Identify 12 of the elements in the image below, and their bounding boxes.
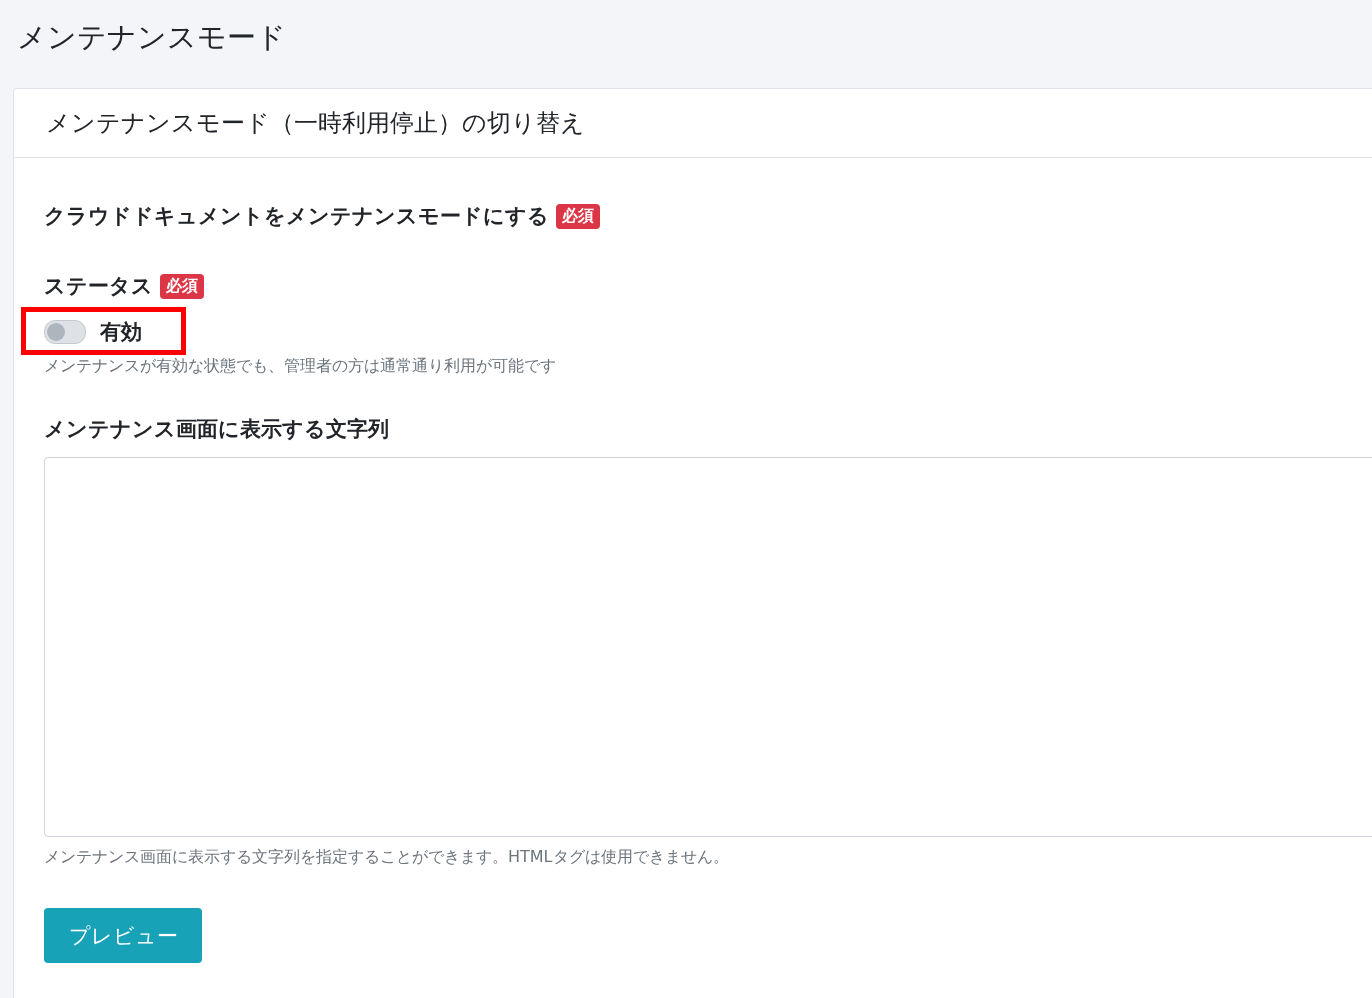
required-badge: 必須 <box>160 273 204 299</box>
field-label: メンテナンス画面に表示する文字列 <box>44 416 389 443</box>
field-label: ステータス <box>44 273 153 300</box>
card-title: メンテナンスモード（一時利用停止）の切り替え <box>46 108 585 139</box>
preview-button[interactable]: プレビュー <box>44 908 202 963</box>
section-title: クラウドドキュメントをメンテナンスモードにする <box>44 203 549 230</box>
page-title: メンテナンスモード <box>16 19 287 56</box>
toggle-switch[interactable] <box>44 320 86 344</box>
required-badge: 必須 <box>556 203 600 229</box>
help-text: メンテナンス画面に表示する文字列を指定することができます。HTMLタグは使用できません。 <box>44 847 730 868</box>
toggle-label: 有効 <box>100 319 142 346</box>
help-text: メンテナンスが有効な状態でも、管理者の方は通常通り利用が可能です <box>44 356 557 377</box>
